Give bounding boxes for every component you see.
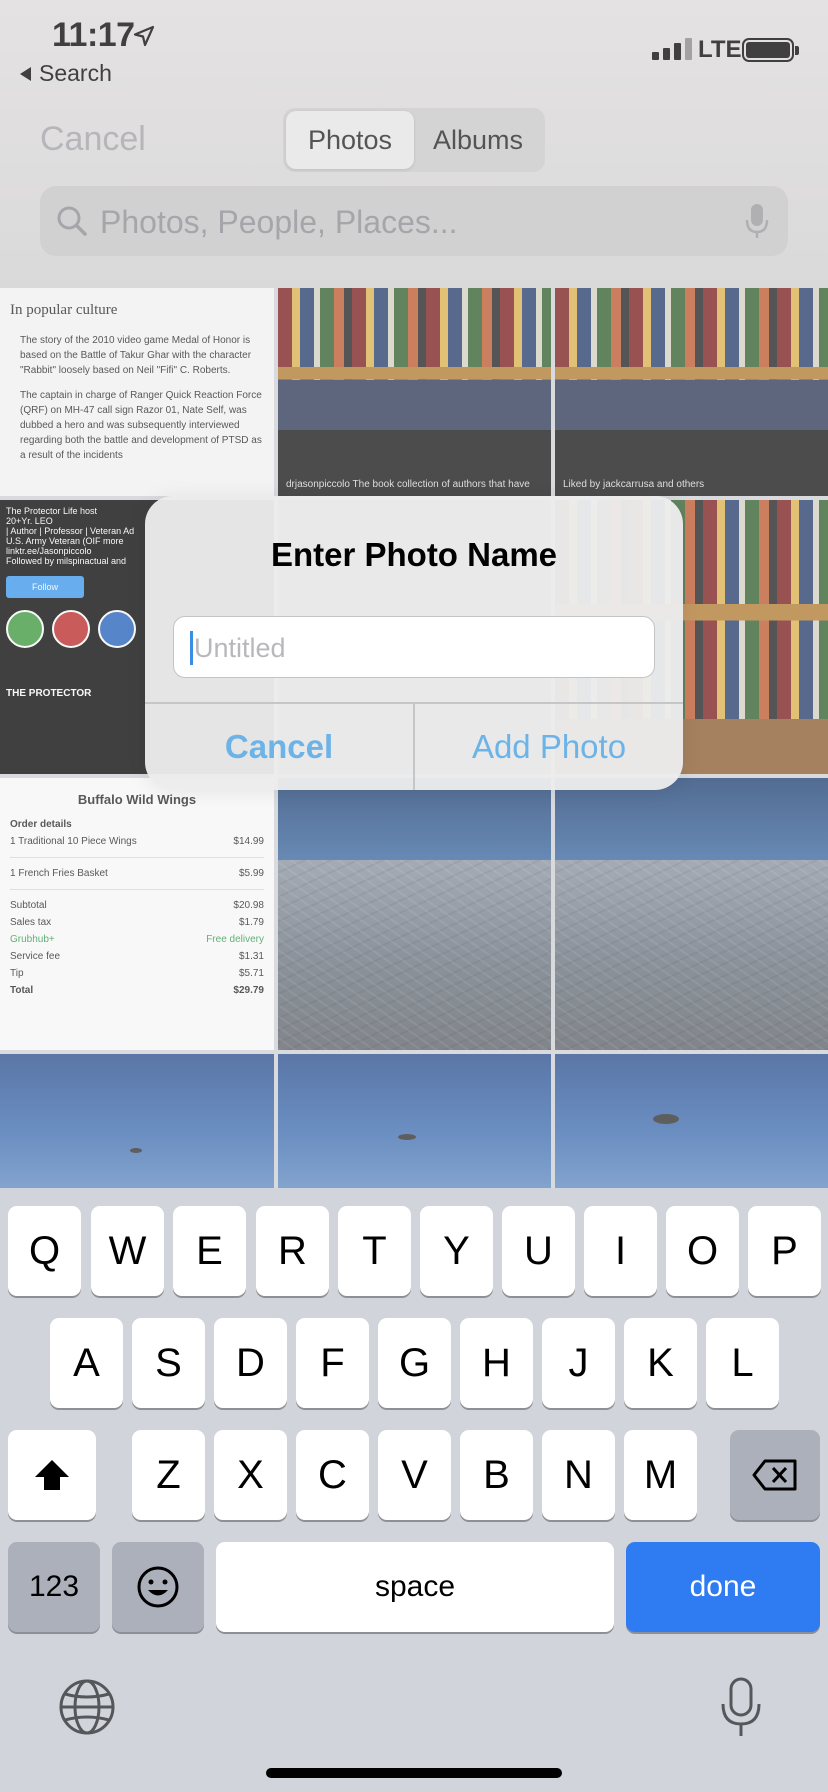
alert-cancel-button[interactable]: Cancel bbox=[145, 703, 413, 790]
key-e[interactable]: E bbox=[173, 1206, 246, 1296]
key-x[interactable]: X bbox=[214, 1430, 287, 1520]
dictation-microphone-icon[interactable] bbox=[718, 1676, 764, 1740]
key-d[interactable]: D bbox=[214, 1318, 287, 1408]
key-r[interactable]: R bbox=[256, 1206, 329, 1296]
key-m[interactable]: M bbox=[624, 1430, 697, 1520]
globe-icon[interactable] bbox=[58, 1678, 116, 1736]
key-p[interactable]: P bbox=[748, 1206, 821, 1296]
emoji-icon bbox=[137, 1566, 179, 1608]
backspace-icon bbox=[752, 1459, 797, 1491]
text-cursor bbox=[190, 631, 193, 665]
key-j[interactable]: J bbox=[542, 1318, 615, 1408]
key-n[interactable]: N bbox=[542, 1430, 615, 1520]
done-key[interactable]: done bbox=[626, 1542, 820, 1632]
space-key[interactable]: space bbox=[216, 1542, 614, 1632]
key-w[interactable]: W bbox=[91, 1206, 164, 1296]
keyboard: Q W E R T Y U I O P A S D F G H J K L Z … bbox=[0, 1188, 828, 1792]
photo-name-input[interactable]: Untitled bbox=[173, 616, 655, 678]
key-g[interactable]: G bbox=[378, 1318, 451, 1408]
delete-key[interactable] bbox=[730, 1430, 820, 1520]
shift-icon bbox=[35, 1460, 69, 1490]
key-s[interactable]: S bbox=[132, 1318, 205, 1408]
key-c[interactable]: C bbox=[296, 1430, 369, 1520]
key-f[interactable]: F bbox=[296, 1318, 369, 1408]
emoji-key[interactable] bbox=[112, 1542, 204, 1632]
key-t[interactable]: T bbox=[338, 1206, 411, 1296]
key-o[interactable]: O bbox=[666, 1206, 739, 1296]
key-b[interactable]: B bbox=[460, 1430, 533, 1520]
home-indicator bbox=[266, 1768, 562, 1778]
key-i[interactable]: I bbox=[584, 1206, 657, 1296]
key-q[interactable]: Q bbox=[8, 1206, 81, 1296]
alert-title: Enter Photo Name bbox=[270, 536, 558, 573]
key-a[interactable]: A bbox=[50, 1318, 123, 1408]
enter-photo-name-alert: Enter Photo Name Untitled Cancel Add Pho… bbox=[145, 496, 683, 790]
add-photo-button[interactable]: Add Photo bbox=[415, 703, 683, 790]
numbers-key[interactable]: 123 bbox=[8, 1542, 100, 1632]
photo-name-placeholder: Untitled bbox=[194, 633, 286, 663]
key-v[interactable]: V bbox=[378, 1430, 451, 1520]
key-k[interactable]: K bbox=[624, 1318, 697, 1408]
key-l[interactable]: L bbox=[706, 1318, 779, 1408]
shift-key[interactable] bbox=[8, 1430, 96, 1520]
key-z[interactable]: Z bbox=[132, 1430, 205, 1520]
key-y[interactable]: Y bbox=[420, 1206, 493, 1296]
key-u[interactable]: U bbox=[502, 1206, 575, 1296]
key-h[interactable]: H bbox=[460, 1318, 533, 1408]
